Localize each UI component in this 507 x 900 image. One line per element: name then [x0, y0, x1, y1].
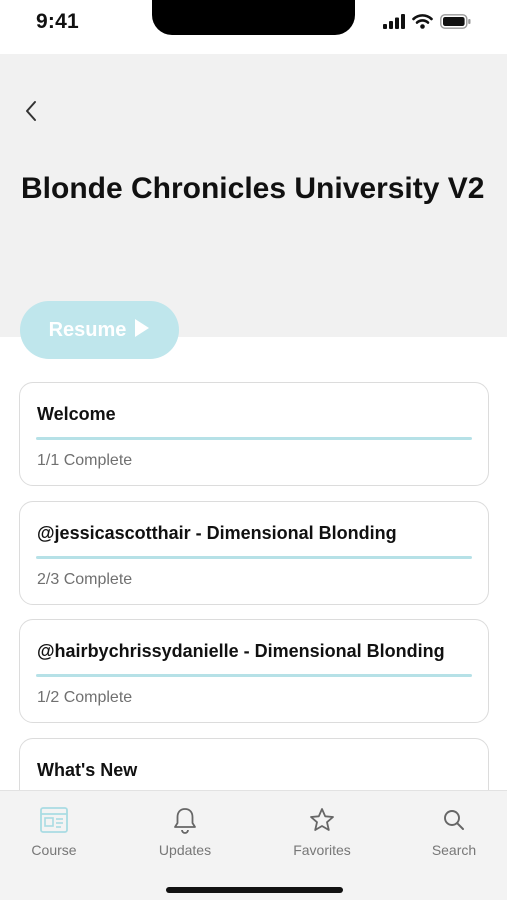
- home-indicator: [166, 887, 343, 893]
- tab-bar: Course Updates Favorites Search: [0, 790, 507, 900]
- section-progress-fill: [36, 556, 472, 559]
- tab-search[interactable]: Search: [409, 805, 499, 858]
- signal-icon: [383, 14, 405, 34]
- tab-updates[interactable]: Updates: [140, 805, 230, 858]
- tab-label: Favorites: [293, 842, 351, 858]
- section-title: @jessicascotthair - Dimensional Blonding: [37, 523, 397, 543]
- section-card[interactable]: @hairbychrissydanielle - Dimensional Blo…: [19, 619, 489, 723]
- section-progress-bar: [36, 437, 472, 440]
- search-icon: [439, 805, 469, 835]
- device-notch: [152, 0, 355, 35]
- section-card[interactable]: Welcome 1/1 Complete: [19, 382, 489, 486]
- resume-label: Resume: [48, 318, 127, 341]
- course-header: Blonde Chronicles University V2: [0, 54, 507, 337]
- section-card[interactable]: @jessicascotthair - Dimensional Blonding…: [19, 501, 489, 605]
- tab-label: Search: [431, 842, 477, 858]
- star-icon: [307, 805, 337, 835]
- bell-icon: [170, 805, 200, 835]
- wifi-icon: [412, 14, 433, 34]
- status-icons: [383, 14, 471, 34]
- tab-label: Updates: [158, 842, 212, 858]
- section-progress-bar: [36, 674, 472, 677]
- section-status: 1/1 Complete: [37, 452, 133, 469]
- tab-label: Course: [31, 842, 77, 858]
- play-icon: [134, 318, 150, 343]
- section-status: 1/2 Complete: [37, 689, 133, 706]
- section-title: @hairbychrissydanielle - Dimensional Blo…: [37, 641, 445, 661]
- section-progress-fill: [36, 674, 472, 677]
- chevron-left-icon: [24, 100, 38, 127]
- section-status: 2/3 Complete: [37, 571, 133, 588]
- battery-icon: [440, 14, 471, 34]
- status-bar: 9:41: [0, 0, 507, 54]
- section-progress-fill: [36, 437, 472, 440]
- tab-course[interactable]: Course: [9, 805, 99, 858]
- status-time: 9:41: [36, 10, 79, 33]
- back-button[interactable]: [14, 96, 48, 130]
- course-icon: [39, 805, 69, 835]
- page-title: Blonde Chronicles University V2: [21, 172, 485, 205]
- resume-button[interactable]: Resume: [20, 301, 179, 359]
- tab-favorites[interactable]: Favorites: [277, 805, 367, 858]
- section-progress-bar: [36, 556, 472, 559]
- section-title: What's New: [37, 760, 138, 780]
- section-title: Welcome: [37, 404, 116, 424]
